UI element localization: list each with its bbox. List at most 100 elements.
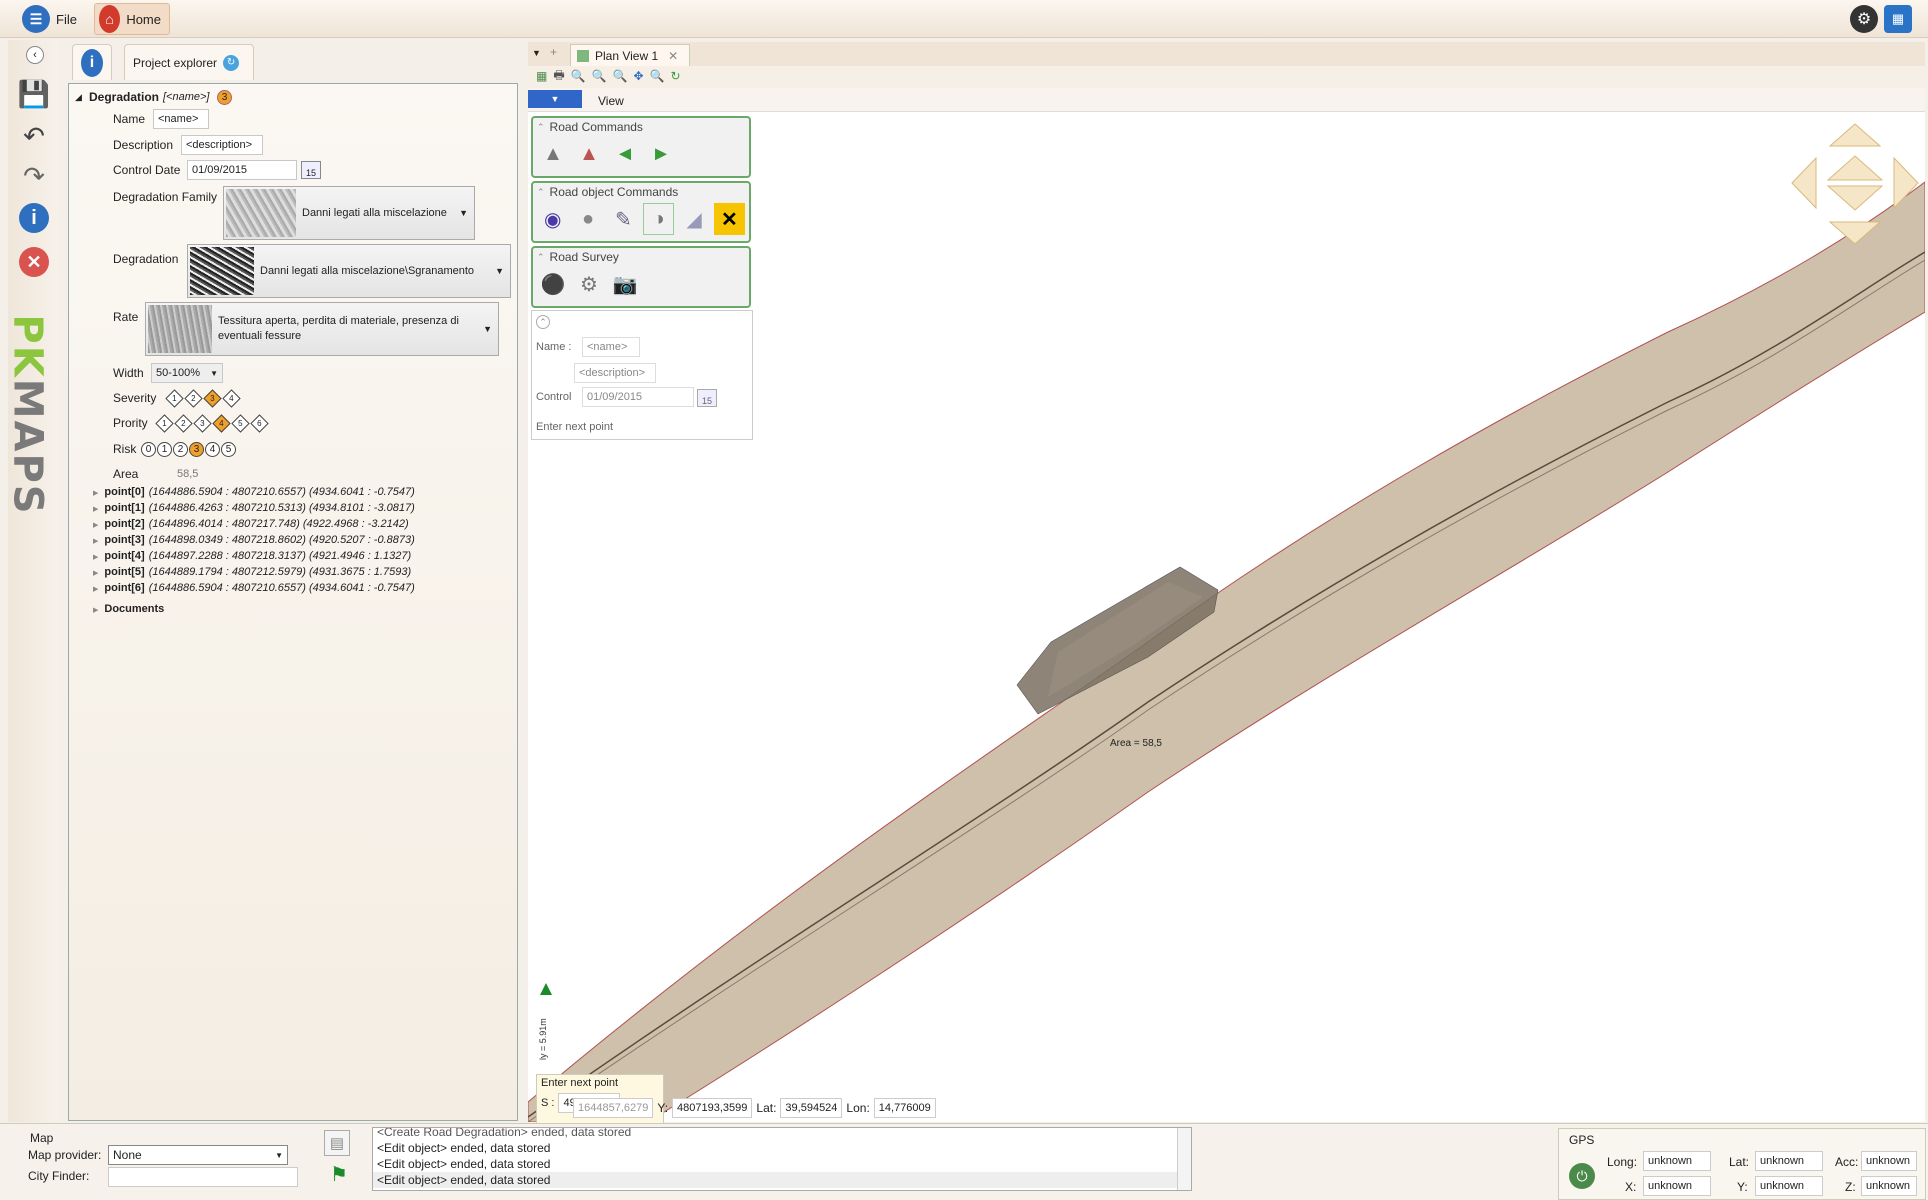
redo-icon[interactable]: ↷	[18, 160, 50, 192]
risk-level-3[interactable]: 3	[189, 441, 204, 457]
rate-select[interactable]: Tessitura aperta, perdita di materiale, …	[145, 302, 499, 356]
zoom-in-icon[interactable]: 🔍	[571, 69, 586, 83]
map-provider-select[interactable]: None ▼	[108, 1145, 288, 1165]
point-node[interactable]: ▶ point[2] (1644896.4014 : 4807217.748) (4…	[93, 518, 409, 530]
risk-selector[interactable]: 012345	[141, 441, 237, 457]
pan-left-arrow-icon[interactable]	[1791, 156, 1817, 210]
risk-level-1[interactable]: 1	[157, 441, 172, 457]
gps-power-icon[interactable]: ⏻	[1569, 1163, 1595, 1189]
priority-level-3[interactable]: 3	[193, 413, 212, 433]
expand-triangle-icon[interactable]: ▶	[93, 506, 98, 513]
expand-triangle-icon[interactable]: ▶	[93, 570, 98, 577]
description-field[interactable]: <description>	[181, 135, 263, 155]
tab-menu-icon[interactable]: ▼	[532, 48, 541, 58]
manhole-object-icon[interactable]: ●	[572, 203, 603, 235]
point-node[interactable]: ▶ point[6] (1644886.5904 : 4807210.6557) (…	[93, 582, 415, 594]
point-node[interactable]: ▶ point[3] (1644898.0349 : 4807218.8602) (…	[93, 534, 415, 546]
log-document-icon[interactable]: ▤	[324, 1130, 350, 1156]
pan-up-arrow-icon[interactable]	[1828, 123, 1882, 147]
priority-level-4[interactable]: 4	[212, 413, 231, 433]
point-node[interactable]: ▶ point[4] (1644897.2288 : 4807218.3137) (…	[93, 550, 411, 562]
export-icon[interactable]: ▦	[536, 69, 547, 83]
priority-level-5[interactable]: 5	[231, 413, 250, 433]
collapse-icon[interactable]: ⌃	[537, 187, 545, 198]
tab-project-explorer[interactable]: Project explorer ↻	[124, 44, 254, 80]
zoom-extent-icon[interactable]: 🔍	[650, 69, 665, 83]
risk-level-2[interactable]: 2	[173, 441, 188, 457]
priority-level-2[interactable]: 2	[174, 413, 193, 433]
camera-icon[interactable]: 📷	[609, 268, 641, 300]
expand-triangle-icon[interactable]: ▶	[93, 586, 98, 593]
settings-icon[interactable]: ⚙	[1850, 5, 1878, 33]
ribbon-app-menu-button[interactable]: ▼	[528, 90, 582, 108]
pan-right-arrow-icon[interactable]	[1893, 156, 1919, 210]
tab-info[interactable]: i	[72, 44, 112, 80]
collapse-triangle-icon[interactable]: ◢	[75, 92, 82, 103]
road-end-flag-icon[interactable]: ►	[645, 138, 677, 170]
collapse-panel-icon[interactable]: ‹	[26, 46, 44, 64]
delete-object-icon[interactable]: ✕	[713, 203, 746, 235]
collapse-icon[interactable]: ⌃	[536, 315, 550, 329]
degradation-object-icon[interactable]: ◑	[642, 203, 675, 235]
calendar-icon[interactable]: 15	[697, 389, 717, 407]
risk-level-4[interactable]: 4	[205, 441, 220, 457]
form-name-field[interactable]: <name>	[582, 337, 640, 357]
severity-level-4[interactable]: 4	[222, 388, 241, 408]
degradation-header[interactable]: ◢ Degradation [<name>] 3	[69, 86, 515, 108]
zoom-out-icon[interactable]: 🔍	[592, 69, 607, 83]
zoom-window-icon[interactable]: 🔍	[613, 69, 628, 83]
info-icon[interactable]: i	[18, 202, 50, 234]
zoom-in-arrow-icon[interactable]	[1826, 155, 1884, 181]
close-tab-icon[interactable]: ✕	[668, 49, 678, 63]
collapse-icon[interactable]: ⌃	[537, 122, 545, 133]
name-field[interactable]: <name>	[153, 109, 209, 129]
expand-triangle-icon[interactable]: ▶	[93, 538, 98, 545]
expand-triangle-icon[interactable]: ▶	[93, 554, 98, 561]
point-node[interactable]: ▶ point[0] (1644886.5904 : 4807210.6557) (…	[93, 486, 415, 498]
undo-icon[interactable]: ↶	[18, 120, 50, 152]
documents-node[interactable]: ▶ Documents	[93, 603, 164, 615]
severity-level-1[interactable]: 1	[165, 388, 184, 408]
severity-level-2[interactable]: 2	[184, 388, 203, 408]
zoom-out-arrow-icon[interactable]	[1826, 185, 1884, 211]
degradation-select[interactable]: Danni legati alla miscelazione\Sgranamen…	[187, 244, 511, 298]
severity-selector[interactable]: 1 2 3 4	[165, 388, 241, 408]
risk-level-0[interactable]: 0	[141, 441, 156, 457]
form-description-field[interactable]: <description>	[574, 363, 656, 383]
point-node[interactable]: ▶ point[5] (1644889.1794 : 4807212.5979) (…	[93, 566, 411, 578]
expand-triangle-icon[interactable]: ▶	[93, 490, 98, 497]
log-scrollbar[interactable]	[1177, 1128, 1191, 1190]
edit-object-icon[interactable]: ✎	[608, 203, 639, 235]
road-start-flag-icon[interactable]: ◄	[609, 138, 641, 170]
home-button[interactable]: ⌂ Home	[94, 3, 170, 35]
point-node[interactable]: ▶ point[1] (1644886.4263 : 4807210.5313) (…	[93, 502, 415, 514]
severity-level-3[interactable]: 3	[203, 388, 222, 408]
refresh-icon[interactable]: ↻	[671, 69, 681, 83]
priority-selector[interactable]: 1 2 3 4 5 6	[155, 413, 269, 433]
degradation-family-select[interactable]: Danni legati alla miscelazione ▼	[223, 186, 475, 240]
new-tab-icon[interactable]: +	[550, 45, 557, 59]
record-survey-icon[interactable]: ⚫	[537, 268, 569, 300]
survey-settings-icon[interactable]: ⚙	[573, 268, 605, 300]
refresh-icon[interactable]: ↻	[223, 54, 240, 71]
calendar-icon[interactable]: 15	[301, 161, 321, 179]
save-icon[interactable]: 💾	[18, 78, 50, 110]
collapse-icon[interactable]: ⌃	[537, 252, 545, 263]
priority-level-1[interactable]: 1	[155, 413, 174, 433]
pan-down-arrow-icon[interactable]	[1828, 221, 1882, 245]
expand-triangle-icon[interactable]: ▶	[93, 607, 98, 614]
file-menu-button[interactable]: ☰ File	[18, 3, 85, 35]
edit-road-icon[interactable]: ▲	[573, 138, 605, 170]
priority-level-6[interactable]: 6	[250, 413, 269, 433]
pan-icon[interactable]: ✥	[634, 69, 644, 83]
risk-level-5[interactable]: 5	[221, 441, 236, 457]
eraser-icon[interactable]: ◢	[678, 203, 709, 235]
print-icon[interactable]: 🖶	[553, 66, 564, 87]
tab-plan-view-1[interactable]: Plan View 1 ✕	[570, 44, 690, 66]
form-control-field[interactable]: 01/09/2015	[582, 387, 694, 407]
width-select[interactable]: 50-100% ▼	[151, 363, 223, 383]
cancel-icon[interactable]: ✕	[18, 246, 50, 278]
create-road-icon[interactable]: ▲	[537, 138, 569, 170]
sign-object-icon[interactable]: ◉	[537, 203, 568, 235]
fullscreen-icon[interactable]: ▦	[1884, 5, 1912, 33]
